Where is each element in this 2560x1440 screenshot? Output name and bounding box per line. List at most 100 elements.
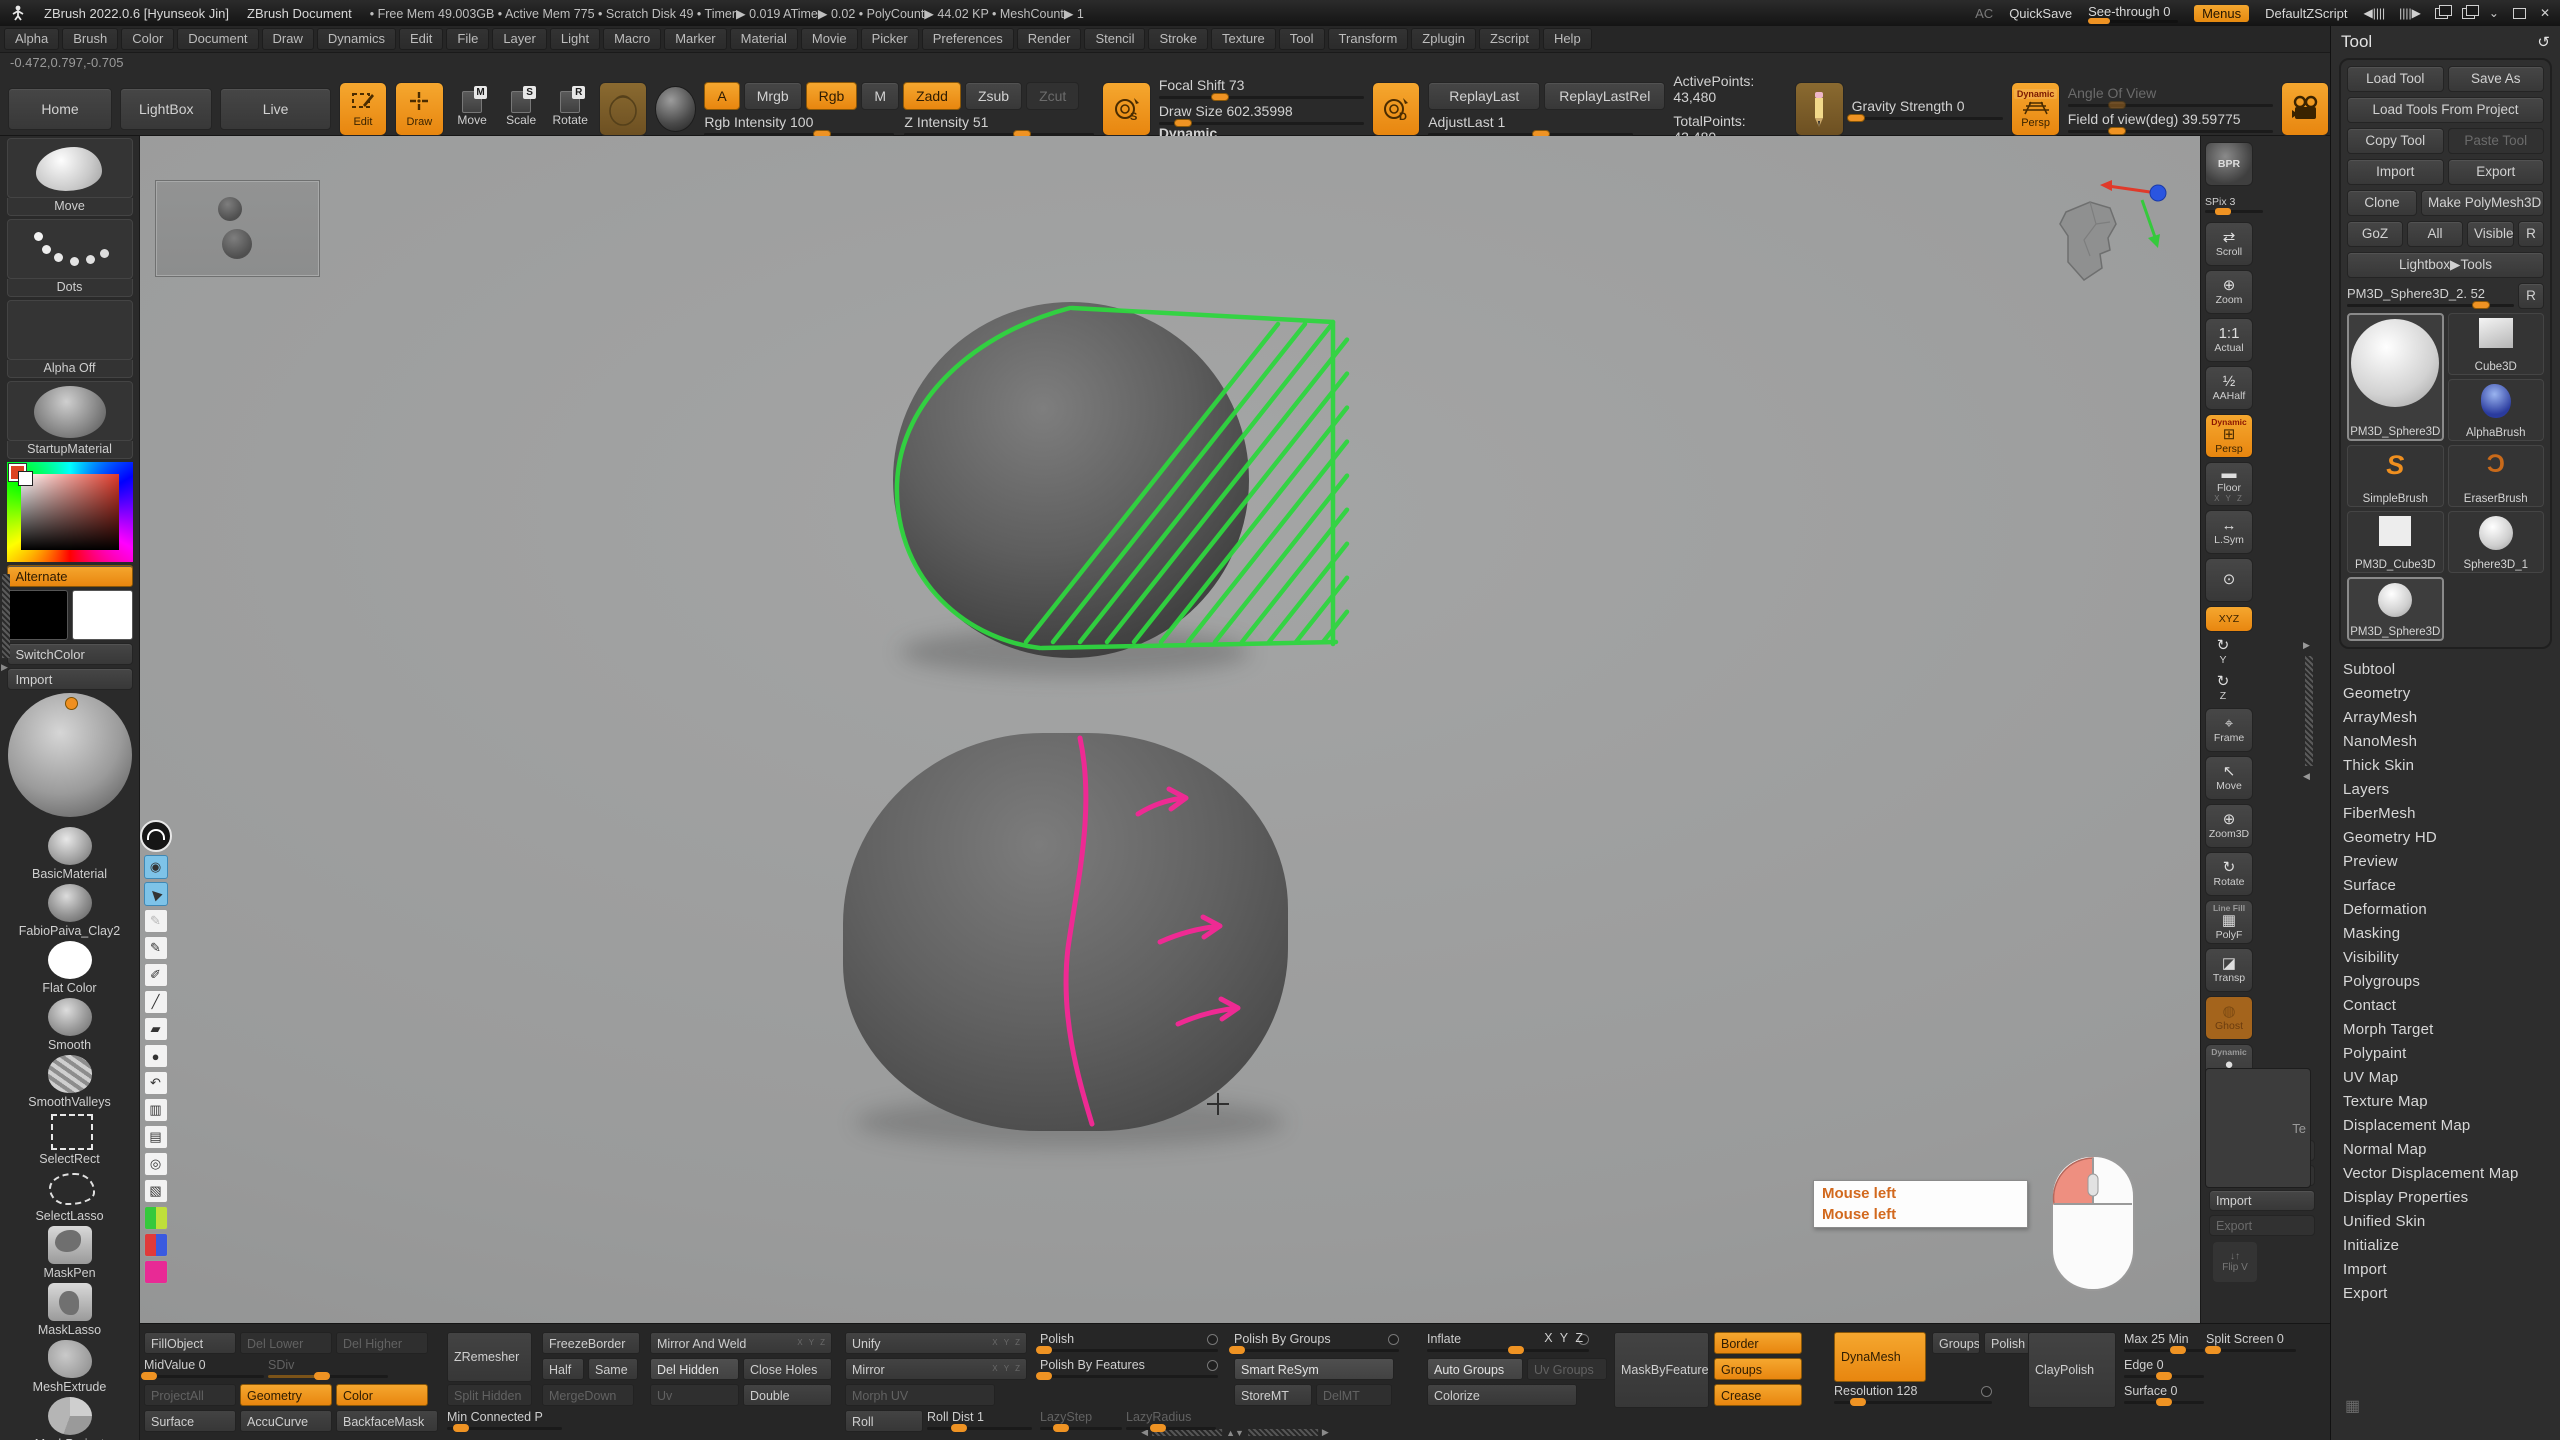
active-tool-r-button[interactable]: R — [2518, 283, 2544, 309]
line-tool-icon[interactable]: ╱ — [144, 990, 168, 1014]
replay-icon-button[interactable]: D — [1372, 82, 1420, 136]
tool-thumbnail[interactable]: Sphere3D_1 — [2448, 511, 2545, 573]
right-shelf-button[interactable]: ⌖ Frame — [2205, 708, 2253, 752]
lazyradius-slider[interactable]: LazyRadius — [1126, 1410, 1216, 1430]
quicksave-button[interactable]: QuickSave — [2009, 6, 2072, 21]
right-shelf-button[interactable]: ⇄ Scroll — [2205, 222, 2253, 266]
tool-section-item[interactable]: Normal Map — [2339, 1137, 2552, 1161]
freezeborder-button[interactable]: FreezeBorder — [542, 1332, 640, 1354]
tool-section-item[interactable]: Masking — [2339, 921, 2552, 945]
minimize-button[interactable]: ⌄ — [2489, 6, 2499, 20]
menu-item[interactable]: Brush — [62, 28, 118, 50]
del-lower-button[interactable]: Del Lower — [240, 1332, 332, 1354]
menu-item[interactable]: Preferences — [922, 28, 1014, 50]
right-shelf-button[interactable]: ◍ Ghost — [2205, 996, 2253, 1040]
field-of-view-slider[interactable]: Field of view(deg) 39.59775 — [2068, 111, 2273, 133]
accucurve-button[interactable]: AccuCurve — [240, 1410, 332, 1432]
load-tool-button[interactable]: Load Tool — [2347, 66, 2444, 92]
import-color-button[interactable]: Import — [7, 668, 133, 690]
tool-section-item[interactable]: Export — [2339, 1281, 2552, 1305]
zremesher-button[interactable]: ZRemesher — [447, 1332, 532, 1382]
tool-section-item[interactable]: Vector Displacement Map — [2339, 1161, 2552, 1185]
zadd-button[interactable]: Zadd — [903, 82, 961, 110]
pink-swatch-icon[interactable] — [144, 1260, 168, 1284]
color-pair-red-blue-icon[interactable] — [144, 1233, 168, 1257]
morph-uv-button[interactable]: Morph UV — [845, 1384, 995, 1406]
document-canvas[interactable]: ◉ ◀ ✎ ✎ ✐ ╱ — [140, 136, 2200, 1323]
double-button[interactable]: Double — [743, 1384, 832, 1406]
live-boolean-button[interactable]: Live Boolean — [220, 88, 330, 130]
right-shelf-button[interactable]: ⊙ — [2205, 558, 2253, 602]
tool-section-item[interactable]: Preview — [2339, 849, 2552, 873]
subpalette-grid-icon[interactable]: ▦ — [2345, 1396, 2367, 1414]
resolution-128-slider[interactable]: Resolution 128 — [1834, 1384, 1992, 1404]
tool-section-item[interactable]: Polypaint — [2339, 1041, 2552, 1065]
surface-0-slider[interactable]: Surface 0 — [2124, 1384, 2204, 1404]
shelf-divider-handle[interactable] — [2305, 656, 2313, 766]
right-shelf-button[interactable]: Dynamic ⊞ Persp — [2205, 414, 2253, 458]
divider-right-icon[interactable]: ||||▶ — [2399, 6, 2421, 20]
delmt-button[interactable]: DelMT — [1316, 1384, 1392, 1406]
active-tool-slider[interactable]: PM3D_Sphere3D_2. 52 — [2347, 286, 2514, 307]
angle-of-view-slider[interactable]: Angle Of View — [2068, 85, 2273, 107]
sv-selector[interactable] — [19, 472, 32, 485]
right-shelf-button[interactable]: SPix 3 — [2205, 190, 2269, 218]
copy-tool-button[interactable]: Copy Tool — [2347, 128, 2444, 154]
tool-thumbnail[interactable]: PM3D_Sphere3D — [2347, 577, 2444, 641]
lightbox-tools-button[interactable]: Lightbox▶Tools — [2347, 252, 2544, 278]
material-item[interactable]: MeshExtrude — [11, 1340, 129, 1397]
left-tray-tile[interactable]: Alpha Off — [7, 300, 133, 378]
paste-tool-button[interactable]: Paste Tool — [2448, 128, 2545, 154]
menu-item[interactable]: File — [446, 28, 489, 50]
menu-item[interactable]: Dynamics — [317, 28, 396, 50]
notes-icon[interactable]: ▧ — [144, 1179, 168, 1203]
color-button[interactable]: Color — [336, 1384, 428, 1406]
material-item[interactable]: SmoothValleys — [11, 1055, 129, 1112]
mirror-and-weld-button[interactable]: Mirror And WeldX Y Z — [650, 1332, 832, 1354]
restore-window-icon[interactable] — [2462, 8, 2475, 19]
right-shelf-button[interactable]: ↖ Move — [2205, 756, 2253, 800]
rgb-button[interactable]: Rgb — [806, 82, 858, 110]
polish-by-features-slider[interactable]: Polish By Features — [1040, 1358, 1218, 1378]
camera-orientation-widget[interactable] — [2038, 176, 2178, 316]
zcut-button[interactable]: Zcut — [1026, 82, 1079, 110]
maximize-button[interactable] — [2513, 8, 2526, 19]
lightbox-button[interactable]: LightBox — [120, 88, 212, 130]
zsub-button[interactable]: Zsub — [965, 82, 1022, 110]
right-shelf-button[interactable]: XYZ — [2205, 606, 2253, 632]
rotate-mode-button[interactable]: R Rotate — [550, 91, 591, 127]
pen-icon[interactable]: ✐ — [144, 963, 168, 987]
right-shelf-button[interactable]: ⊕ Zoom — [2205, 270, 2253, 314]
right-shelf-button[interactable]: ↔ L.Sym — [2205, 510, 2253, 554]
right-shelf-button[interactable]: ↻ Z — [2205, 672, 2241, 704]
sdiv-slider[interactable]: SDiv — [268, 1358, 388, 1378]
backfacemask-button[interactable]: BackfaceMask — [336, 1410, 438, 1432]
tool-section-item[interactable]: Layers — [2339, 777, 2552, 801]
tool-section-item[interactable]: ArrayMesh — [2339, 705, 2552, 729]
right-shelf-button[interactable]: ↻ Y — [2205, 636, 2241, 668]
polish-button[interactable]: Polish — [1984, 1332, 2030, 1354]
min-connected-p-slider[interactable]: Min Connected P — [447, 1410, 562, 1430]
menu-item[interactable]: Movie — [801, 28, 858, 50]
undo-icon[interactable]: ↶ — [144, 1071, 168, 1095]
tool-thumbnail[interactable]: AlphaBrush — [2448, 379, 2545, 441]
mergedown-button[interactable]: MergeDown — [542, 1384, 634, 1406]
left-tray-tile[interactable]: StartupMaterial — [7, 381, 133, 459]
default-zscript-button[interactable]: DefaultZScript — [2265, 6, 2347, 21]
home-page-button[interactable]: Home Page — [8, 88, 112, 130]
tool-section-item[interactable]: NanoMesh — [2339, 729, 2552, 753]
auto-groups-button[interactable]: Auto Groups — [1427, 1358, 1523, 1380]
edit-mode-button[interactable]: Edit — [339, 82, 387, 136]
texture-preview-box[interactable]: Te — [2205, 1068, 2311, 1188]
gravity-direction-button[interactable] — [1795, 82, 1843, 136]
tool-thumbnail[interactable]: PM3D_Cube3D — [2347, 511, 2444, 573]
annotation-app-icon[interactable] — [140, 820, 172, 852]
material-item[interactable]: SelectLasso — [11, 1169, 129, 1226]
menu-item[interactable]: Help — [1543, 28, 1592, 50]
unify-button[interactable]: UnifyX Y Z — [845, 1332, 1027, 1354]
half-button[interactable]: Half — [542, 1358, 584, 1380]
maskbyfeature-button[interactable]: MaskByFeature — [1614, 1332, 1709, 1408]
floor-camera-button[interactable] — [2281, 82, 2329, 136]
del-hidden-button[interactable]: Del Hidden — [650, 1358, 739, 1380]
projectall-button[interactable]: ProjectAll — [144, 1384, 236, 1406]
